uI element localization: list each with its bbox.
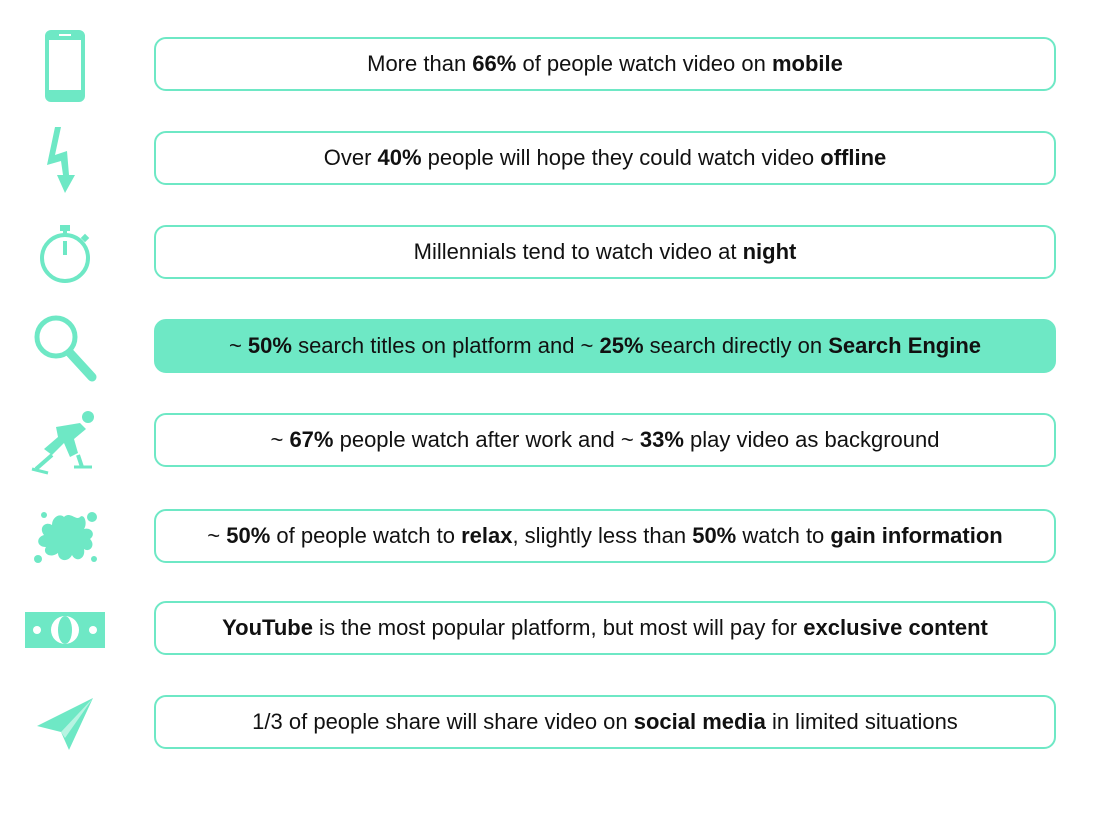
fact-row: 1/3 of people share will share video on … (0, 695, 1110, 753)
fact-box: Millennials tend to watch video at night (154, 225, 1056, 279)
fact-emphasis: night (742, 239, 797, 264)
paper-plane-icon (20, 681, 110, 767)
splash-icon (20, 495, 110, 581)
fact-emphasis: 25% (599, 333, 644, 358)
fact-box: 1/3 of people share will share video on … (154, 695, 1056, 749)
fact-emphasis: 50% (226, 523, 271, 548)
fact-text: of people watch video on (516, 51, 772, 76)
fact-text: play video as background (683, 427, 940, 452)
fact-emphasis: gain information (830, 523, 1003, 548)
fact-emphasis: 40% (377, 145, 422, 170)
fact-text: ~ (228, 333, 248, 358)
fact-emphasis: 66% (472, 51, 517, 76)
fact-row: More than 66% of people watch video on m… (0, 30, 1110, 102)
lightning-bolt-icon (20, 117, 110, 203)
fact-emphasis: YouTube (222, 615, 313, 640)
fact-text: in limited situations (765, 709, 958, 734)
fact-box: ~ 50% of people watch to relax, slightly… (154, 509, 1056, 563)
fact-row: Millennials tend to watch video at night (0, 225, 1110, 283)
fact-row: ~ 50% search titles on platform and ~ 25… (0, 315, 1110, 382)
fact-emphasis: relax (461, 523, 513, 548)
money-bill-icon (20, 587, 110, 673)
fact-text: search directly on (643, 333, 829, 358)
fact-row: ~ 50% of people watch to relax, slightly… (0, 509, 1110, 567)
fact-emphasis: 33% (639, 427, 684, 452)
fact-row: Over 40% people will hope they could wat… (0, 127, 1110, 193)
fact-text: watch to (736, 523, 831, 548)
mobile-phone-icon (20, 23, 110, 109)
fact-text: , slightly less than (512, 523, 693, 548)
fact-emphasis: 50% (247, 333, 292, 358)
fact-text: 1/3 of people share will share video on (252, 709, 634, 734)
fact-row: YouTube is the most popular platform, bu… (0, 601, 1110, 659)
fact-text: is the most popular platform, but most w… (312, 615, 804, 640)
fact-text: people watch after work and ~ (333, 427, 640, 452)
fact-emphasis: social media (633, 709, 766, 734)
fact-emphasis: exclusive content (803, 615, 988, 640)
fact-box: More than 66% of people watch video on m… (154, 37, 1056, 91)
fact-emphasis: 50% (692, 523, 737, 548)
skater-icon (20, 399, 110, 485)
fact-text: of people watch to (270, 523, 462, 548)
fact-text: ~ (270, 427, 290, 452)
fact-row: ~ 67% people watch after work and ~ 33% … (0, 411, 1110, 475)
fact-text: search titles on platform and ~ (291, 333, 600, 358)
stopwatch-icon (20, 211, 110, 297)
fact-emphasis: 67% (289, 427, 334, 452)
fact-text: people will hope they could watch video (421, 145, 821, 170)
fact-text: Over (323, 145, 378, 170)
fact-box-highlighted: ~ 50% search titles on platform and ~ 25… (154, 319, 1056, 373)
fact-text: Millennials tend to watch video at (413, 239, 743, 264)
fact-box: ~ 67% people watch after work and ~ 33% … (154, 413, 1056, 467)
magnifier-icon (20, 305, 110, 391)
fact-emphasis: mobile (771, 51, 843, 76)
fact-emphasis: offline (820, 145, 887, 170)
fact-box: YouTube is the most popular platform, bu… (154, 601, 1056, 655)
fact-emphasis: Search Engine (828, 333, 982, 358)
fact-text: More than (367, 51, 473, 76)
fact-box: Over 40% people will hope they could wat… (154, 131, 1056, 185)
fact-text: ~ (207, 523, 227, 548)
